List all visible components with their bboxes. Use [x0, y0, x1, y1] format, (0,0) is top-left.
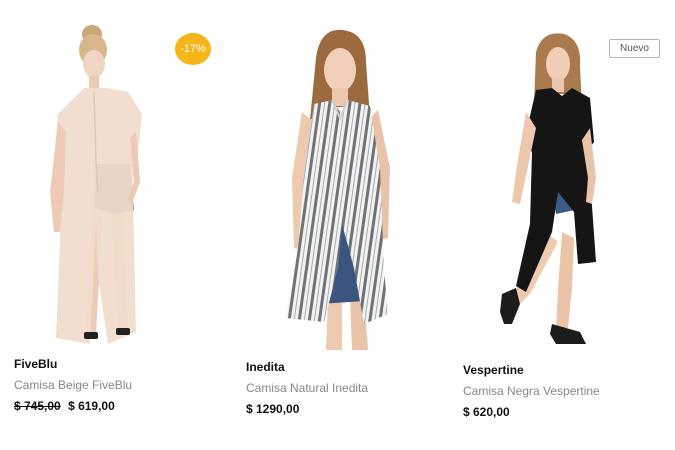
new-badge: Nuevo — [609, 39, 660, 58]
product-card-inedita[interactable]: Inedita Camisa Natural Inedita $ 1290,00 — [226, 0, 448, 450]
product-prices: $ 1290,00 — [246, 402, 299, 416]
old-price: $ 745,00 — [14, 399, 61, 413]
product-image-vespertine[interactable] — [486, 32, 606, 350]
product-image-fiveblu[interactable] — [44, 22, 154, 348]
product-card-fiveblu[interactable]: -17% FiveBlu Camisa Beige FiveBlu $ 745,… — [0, 0, 226, 450]
product-name[interactable]: Camisa Natural Inedita — [246, 381, 368, 395]
product-brand[interactable]: FiveBlu — [14, 357, 57, 371]
product-prices: $ 620,00 — [463, 405, 510, 419]
product-brand[interactable]: Vespertine — [463, 363, 524, 377]
product-name[interactable]: Camisa Negra Vespertine — [463, 384, 600, 398]
current-price: $ 1290,00 — [246, 402, 300, 416]
product-brand[interactable]: Inedita — [246, 360, 285, 374]
product-image-inedita[interactable] — [258, 28, 418, 350]
product-card-vespertine[interactable]: Nuevo Vespertine Camisa Negra Vespertine… — [448, 0, 675, 450]
current-price: $ 620,00 — [463, 405, 510, 419]
product-prices: $ 745,00 $ 619,00 — [14, 399, 115, 413]
discount-badge: -17% — [175, 33, 211, 65]
current-price: $ 619,00 — [68, 399, 115, 413]
product-name[interactable]: Camisa Beige FiveBlu — [14, 378, 132, 392]
